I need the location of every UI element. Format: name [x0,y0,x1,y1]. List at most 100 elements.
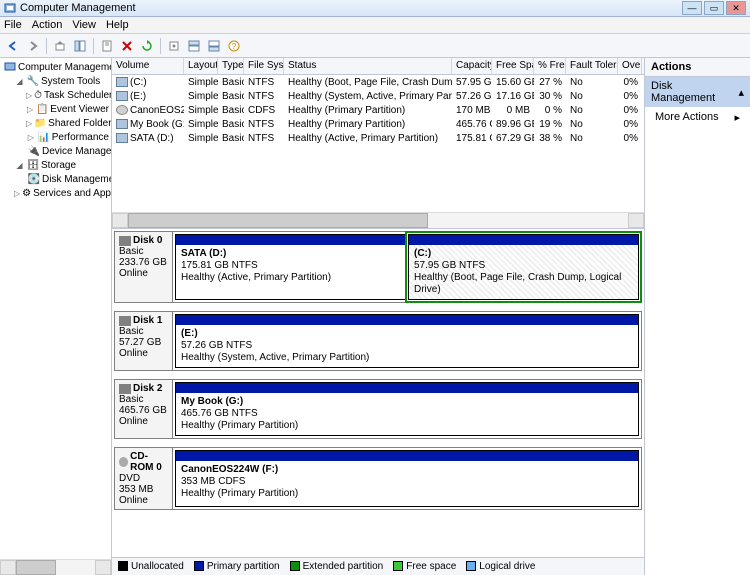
scroll-right-button[interactable] [628,213,644,228]
drive-icon [116,91,128,101]
help-button[interactable]: ? [225,37,243,55]
scroll-thumb[interactable] [128,213,428,228]
menu-view[interactable]: View [72,19,96,31]
legend-extended: Extended partition [290,561,384,572]
tree-device-manager[interactable]: 🔌Device Manager [0,144,111,158]
expand-icon[interactable]: ▷ [26,118,32,129]
volume-row[interactable]: (C:)SimpleBasicNTFSHealthy (Boot, Page F… [112,75,644,89]
show-hide-tree-button[interactable] [71,37,89,55]
computer-icon [4,61,16,73]
menu-file[interactable]: File [4,19,22,31]
expand-icon[interactable]: ▷ [26,132,36,143]
volume-row[interactable]: (E:)SimpleBasicNTFSHealthy (System, Acti… [112,89,644,103]
menu-action[interactable]: Action [32,19,63,31]
col-volume[interactable]: Volume [112,58,184,74]
volume-row[interactable]: CanonEOS224W (F:)SimpleBasicCDFSHealthy … [112,103,644,117]
menu-help[interactable]: Help [106,19,129,31]
close-button[interactable]: ✕ [726,1,746,15]
col-type[interactable]: Type [218,58,244,74]
partition-header [176,451,638,461]
disk-info[interactable]: Disk 0Basic233.76 GBOnline [115,232,173,302]
tree-event-viewer[interactable]: ▷📋Event Viewer [0,102,111,116]
chevron-right-icon: ▸ [734,111,740,124]
col-status[interactable]: Status [284,58,452,74]
disk-block: Disk 2Basic465.76 GBOnlineMy Book (G:)46… [114,379,642,439]
folder-icon: 📁 [34,117,46,129]
view-bottom-button[interactable] [205,37,223,55]
disk-info[interactable]: Disk 1Basic57.27 GBOnline [115,312,173,370]
minimize-button[interactable]: — [682,1,702,15]
services-icon: ⚙ [22,187,31,199]
actions-context[interactable]: Disk Management▴ [645,77,750,107]
device-icon: 🔌 [28,145,40,157]
col-capacity[interactable]: Capacity [452,58,492,74]
disk-info[interactable]: CD-ROM 0DVD353 MBOnline [115,448,173,509]
partition[interactable]: SATA (D:)175.81 GB NTFSHealthy (Active, … [175,234,406,300]
properties-button[interactable] [98,37,116,55]
collapse-icon[interactable]: ◢ [14,76,25,87]
disk-graphical-view: Disk 0Basic233.76 GBOnlineSATA (D:)175.8… [112,228,644,557]
tree-performance[interactable]: ▷📊Performance [0,130,111,144]
tree-storage[interactable]: ◢🗄Storage [0,158,111,172]
actions-panel: Actions Disk Management▴ More Actions▸ [645,58,750,575]
legend-free: Free space [393,561,456,572]
tree-system-tools[interactable]: ◢ 🔧 System Tools [0,74,111,88]
cd-icon [119,457,128,467]
disk-block: Disk 1Basic57.27 GBOnline(E:)57.26 GB NT… [114,311,642,371]
partition-header [176,235,405,245]
clock-icon: ⏱ [34,89,42,101]
tree-services[interactable]: ▷⚙Services and Applications [0,186,111,200]
delete-button[interactable] [118,37,136,55]
event-icon: 📋 [36,103,48,115]
tree-shared-folders[interactable]: ▷📁Shared Folders [0,116,111,130]
collapse-icon[interactable]: ◢ [14,160,25,171]
drive-icon [116,119,128,129]
toolbar: ? [0,34,750,58]
col-layout[interactable]: Layout [184,58,218,74]
drive-icon [116,77,128,87]
scroll-left-button[interactable] [112,213,128,228]
tree-root[interactable]: Computer Management (Local [0,60,111,74]
maximize-button[interactable]: ▭ [704,1,724,15]
partition[interactable]: (E:)57.26 GB NTFSHealthy (System, Active… [175,314,639,368]
col-pctfree[interactable]: % Free [534,58,566,74]
navigation-tree: Computer Management (Local ◢ 🔧 System To… [0,58,112,575]
scroll-right-button[interactable] [95,560,111,575]
more-actions[interactable]: More Actions▸ [645,107,750,128]
partition[interactable]: My Book (G:)465.76 GB NTFSHealthy (Prima… [175,382,639,436]
expand-icon[interactable]: ▷ [26,90,32,101]
volume-row[interactable]: My Book (G:)SimpleBasicNTFSHealthy (Prim… [112,117,644,131]
back-button[interactable] [4,37,22,55]
scroll-left-button[interactable] [0,560,16,575]
disk-block: Disk 0Basic233.76 GBOnlineSATA (D:)175.8… [114,231,642,303]
refresh-button[interactable] [138,37,156,55]
col-overhead[interactable]: Overh [618,58,642,74]
partition[interactable]: (C:)57.95 GB NTFSHealthy (Boot, Page Fil… [408,234,639,300]
disk-info[interactable]: Disk 2Basic465.76 GBOnline [115,380,173,438]
col-filesystem[interactable]: File System [244,58,284,74]
settings-button[interactable] [165,37,183,55]
col-fault[interactable]: Fault Tolerance [566,58,618,74]
disk-icon [119,384,131,394]
window-title: Computer Management [20,2,682,14]
expand-icon[interactable]: ▷ [26,104,34,115]
col-freespace[interactable]: Free Space [492,58,534,74]
tree-scrollbar[interactable] [0,559,111,575]
app-icon [4,2,16,14]
disk-icon [119,316,131,326]
disk-block: CD-ROM 0DVD353 MBOnlineCanonEOS224W (F:)… [114,447,642,510]
legend-logical: Logical drive [466,561,535,572]
volume-header-row: Volume Layout Type File System Status Ca… [112,58,644,75]
up-button[interactable] [51,37,69,55]
view-top-button[interactable] [185,37,203,55]
partition[interactable]: CanonEOS224W (F:)353 MB CDFSHealthy (Pri… [175,450,639,507]
tree-task-scheduler[interactable]: ▷⏱Task Scheduler [0,88,111,102]
forward-button[interactable] [24,37,42,55]
expand-icon[interactable]: ▷ [14,188,20,199]
disk-icon: 💽 [28,173,40,185]
volume-scrollbar[interactable] [112,212,644,228]
tree-disk-management[interactable]: 💽Disk Management [0,172,111,186]
scroll-thumb[interactable] [16,560,56,575]
volume-row[interactable]: SATA (D:)SimpleBasicNTFSHealthy (Active,… [112,131,644,145]
svg-text:?: ? [232,42,237,51]
